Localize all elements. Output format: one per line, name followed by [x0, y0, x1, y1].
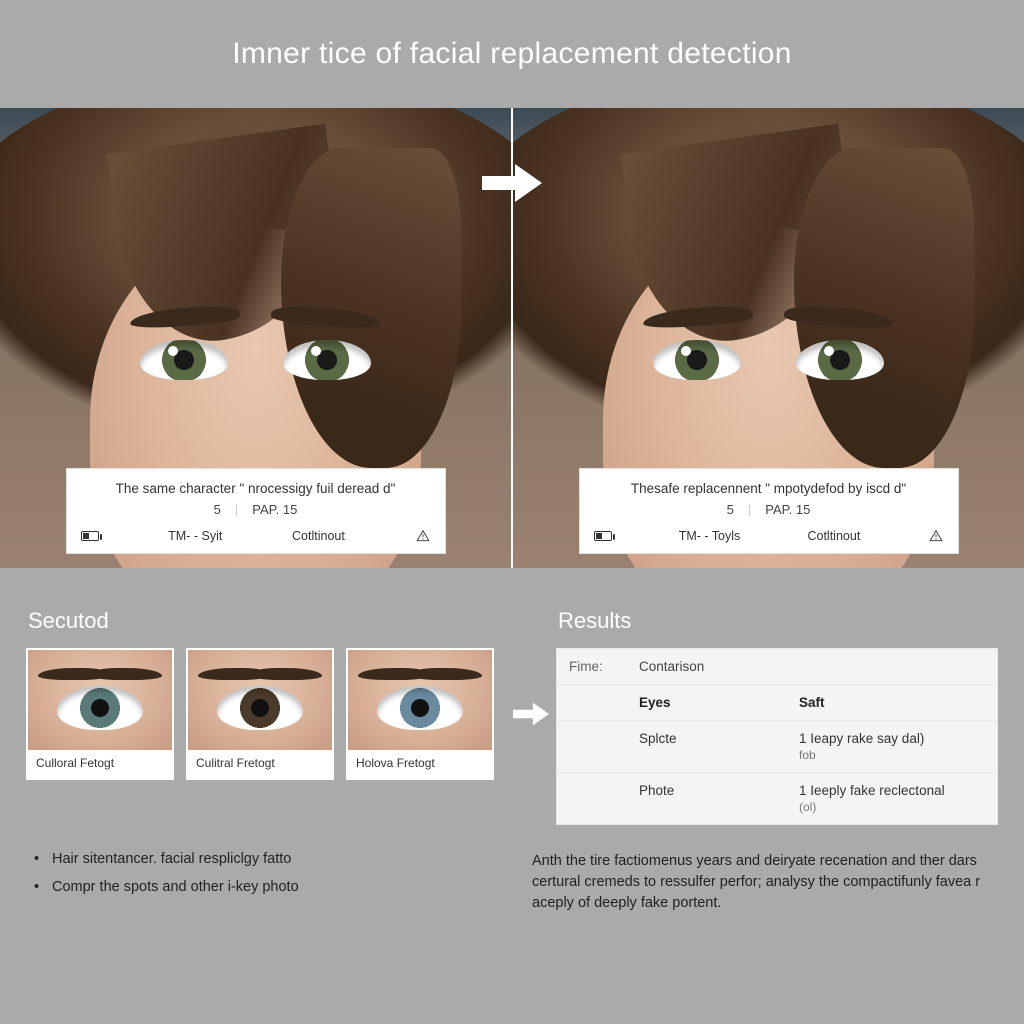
row-val: 1 Ieapy rake say dal) fob — [787, 721, 997, 772]
meta-a: 5 — [214, 502, 221, 517]
footer-paragraph: Anth the tire factiomenus years and deir… — [532, 851, 990, 914]
battery-icon — [81, 531, 99, 541]
row-key: Splcte — [627, 721, 787, 772]
thumb-image — [188, 650, 332, 750]
toolbar-label-b[interactable]: Cotltinout — [292, 529, 345, 543]
warning-icon — [928, 529, 944, 543]
toolbar-label-a[interactable]: TM- - Toyls — [679, 529, 741, 543]
info-card-left: The same character " nrocessigy fuil der… — [66, 468, 446, 554]
meta-a: 5 — [727, 502, 734, 517]
bullet-item: Compr the spots and other i-key photo — [34, 879, 492, 895]
thumb-image — [348, 650, 492, 750]
results-panel: Results Fime: Contarison Eyes Saft Splct… — [556, 608, 998, 825]
header-cell-fime: Fime: — [557, 649, 627, 684]
comparison-row: The same character " nrocessigy fuil der… — [0, 108, 1024, 568]
meta-b: PAP. 15 — [252, 502, 297, 517]
meta-divider: | — [235, 502, 238, 517]
table-row: Eyes Saft — [557, 685, 997, 721]
thumbs-row: Culloral Fetogt Culitral Fretogt Holova … — [26, 648, 556, 780]
info-caption: The same character " nrocessigy fuil der… — [81, 481, 431, 496]
results-title: Results — [556, 608, 998, 634]
row-key: Eyes — [627, 685, 787, 720]
battery-icon — [594, 531, 612, 541]
face-left-pane: The same character " nrocessigy fuil der… — [0, 108, 511, 568]
thumb-3[interactable]: Holova Fretogt — [346, 648, 494, 780]
thumb-1[interactable]: Culloral Fetogt — [26, 648, 174, 780]
thumb-2[interactable]: Culitral Fretogt — [186, 648, 334, 780]
thumb-image — [28, 650, 172, 750]
face-right-pane: Thesafe replacennent " mpotydefod by isc… — [511, 108, 1024, 568]
warning-icon — [415, 529, 431, 543]
bullet-item: Hair sitentancer. facial respliclgy fatt… — [34, 851, 492, 867]
thumb-label: Culloral Fetogt — [28, 750, 172, 778]
secutod-title: Secutod — [26, 608, 556, 634]
row-val: Saft — [787, 685, 997, 720]
header-cell-contarison: Contarison — [627, 649, 787, 684]
arrow-right-icon — [477, 158, 547, 208]
table-row: Phote 1 Ieeply fake reclectonal (ol) — [557, 773, 997, 824]
toolbar-label-b[interactable]: Cotltinout — [807, 529, 860, 543]
table-header-row: Fime: Contarison — [557, 649, 997, 685]
thumb-label: Culitral Fretogt — [188, 750, 332, 778]
meta-b: PAP. 15 — [765, 502, 810, 517]
results-table: Fime: Contarison Eyes Saft Splcte 1 Ieap… — [556, 648, 998, 825]
thumb-label: Holova Fretogt — [348, 750, 492, 778]
row-val: 1 Ieeply fake reclectonal (ol) — [787, 773, 997, 824]
table-row: Splcte 1 Ieapy rake say dal) fob — [557, 721, 997, 773]
toolbar-label-a[interactable]: TM- - Syit — [168, 529, 222, 543]
meta-divider: | — [748, 502, 751, 517]
info-card-right: Thesafe replacennent " mpotydefod by isc… — [579, 468, 959, 554]
page-title: Imner tice of facial replacement detecti… — [232, 37, 792, 71]
info-caption: Thesafe replacennent " mpotydefod by isc… — [594, 481, 944, 496]
arrow-right-icon — [506, 697, 556, 731]
footer-bullets: Hair sitentancer. facial respliclgy fatt… — [34, 851, 492, 914]
row-key: Phote — [627, 773, 787, 824]
footer-notes: Hair sitentancer. facial respliclgy fatt… — [0, 825, 1024, 914]
secutod-panel: Secutod Culloral Fetogt Culitral Fretogt — [26, 608, 556, 825]
